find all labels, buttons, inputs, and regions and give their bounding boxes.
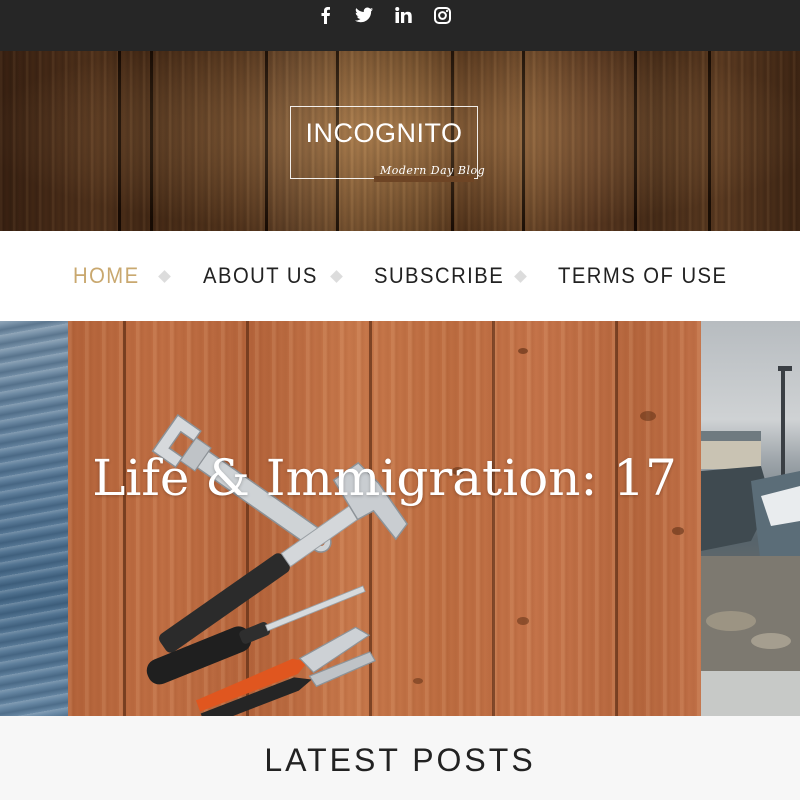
tools-illustration: [146, 348, 684, 716]
nav-item-about-us[interactable]: ABOUT US: [203, 263, 318, 289]
site-header: INCOGNITO Modern Day Blog: [0, 51, 800, 231]
harbor-illustration: [701, 366, 800, 716]
instagram-icon[interactable]: [433, 6, 451, 24]
slide-next-image[interactable]: [701, 321, 800, 716]
nav-item-terms-of-use[interactable]: TERMS OF USE: [558, 263, 727, 289]
featured-slider: Life & Immigration: 17: [0, 321, 800, 716]
wood-plank-seam: [634, 51, 637, 231]
slide-current-image[interactable]: [68, 321, 701, 716]
latest-posts-heading: LATEST POSTS: [264, 742, 536, 778]
nav-item-subscribe[interactable]: SUBSCRIBE: [374, 263, 504, 289]
top-social-bar: [0, 0, 800, 51]
wood-plank-seam: [265, 51, 268, 231]
twitter-icon[interactable]: [355, 6, 373, 24]
logo-title: INCOGNITO: [305, 118, 463, 148]
nav-separator-diamond: [330, 270, 343, 283]
main-navigation: HOME ABOUT US SUBSCRIBE TERMS OF USE: [0, 231, 800, 321]
slide-title[interactable]: Life & Immigration: 17: [68, 446, 701, 510]
logo-tagline: Modern Day Blog: [380, 164, 486, 177]
nav-item-home[interactable]: HOME: [73, 263, 140, 289]
nav-separator-diamond: [158, 270, 171, 283]
latest-posts-section: LATEST POSTS: [0, 716, 800, 800]
linkedin-icon[interactable]: [394, 6, 412, 24]
slide-previous-image[interactable]: [0, 321, 68, 716]
site-logo[interactable]: INCOGNITO Modern Day Blog: [290, 106, 485, 182]
facebook-icon[interactable]: [316, 6, 334, 24]
wood-plank-seam: [118, 51, 121, 231]
nav-separator-diamond: [514, 270, 527, 283]
social-links: [316, 6, 451, 24]
